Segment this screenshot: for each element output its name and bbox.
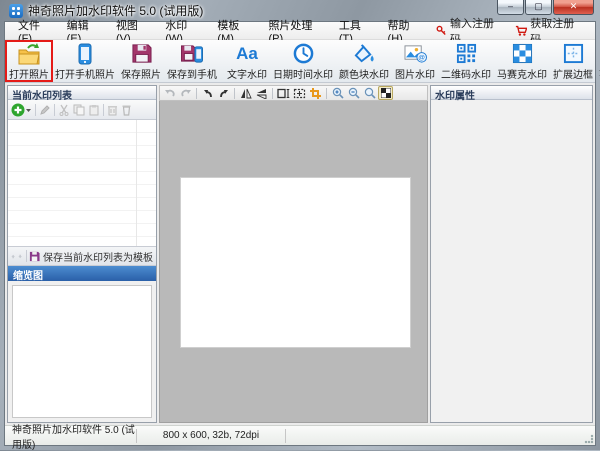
- rotate-left-button[interactable]: [200, 86, 215, 100]
- watermark-properties-panel: 水印属性: [430, 85, 593, 423]
- open-phone-photo-icon: [77, 43, 93, 65]
- save-to-phone-button[interactable]: 保存到手机: [164, 41, 220, 81]
- image-watermark-button[interactable]: @ 图片水印: [392, 41, 438, 81]
- app-window: 神奇照片加水印软件 5.0 (试用版) – ▢ ✕ 文件(F) 编辑(E) 视图…: [0, 0, 600, 450]
- watermark-list[interactable]: [8, 120, 156, 247]
- expand-border-icon: [563, 43, 584, 65]
- crop-button[interactable]: [308, 86, 323, 100]
- title-bar: 神奇照片加水印软件 5.0 (试用版) – ▢ ✕: [0, 0, 600, 21]
- resize-image-button[interactable]: [276, 86, 291, 100]
- photo-image[interactable]: [180, 177, 411, 348]
- status-app-name: 神奇照片加水印软件 5.0 (试用版): [5, 421, 136, 451]
- cart-icon: [515, 25, 527, 37]
- text-watermark-button[interactable]: Aa 文字水印: [224, 41, 270, 81]
- datetime-watermark-button[interactable]: 日期时间水印: [270, 41, 336, 81]
- svg-text:@: @: [418, 55, 425, 62]
- watermark-list-panel: 当前水印列表: [7, 85, 157, 423]
- watermark-properties-header: 水印属性: [431, 86, 592, 100]
- menu-bar: 文件(F) 编辑(E) 视图(V) 水印(W) 模板(M) 照片处理(P) 工具…: [5, 22, 595, 40]
- app-icon: [9, 4, 23, 18]
- list-bottom-toolbar: 保存当前水印列表为模板: [8, 247, 156, 266]
- flip-vertical-button[interactable]: [254, 86, 269, 100]
- main-toolbar: 打开照片 打开手机照片 保存照片 保存到手机: [5, 40, 595, 83]
- minimize-button[interactable]: –: [497, 0, 524, 15]
- cut-icon[interactable]: [58, 104, 70, 116]
- image-watermark-icon: @: [404, 43, 427, 65]
- expand-border-button[interactable]: 扩展边框: [550, 41, 596, 81]
- undo-button[interactable]: [162, 86, 177, 100]
- watermark-list-toolbar: [8, 100, 156, 120]
- fit-to-window-button[interactable]: [378, 86, 393, 100]
- window-title: 神奇照片加水印软件 5.0 (试用版): [28, 2, 203, 19]
- thumbnail-view[interactable]: [12, 285, 152, 418]
- canvas-toolbar: [159, 85, 428, 101]
- resize-grip[interactable]: [584, 434, 594, 444]
- main-area: 当前水印列表: [5, 83, 595, 425]
- colorblock-watermark-button[interactable]: 颜色块水印: [336, 41, 392, 81]
- save-template-icon: [29, 251, 40, 262]
- save-template-button[interactable]: 保存当前水印列表为模板: [29, 249, 153, 264]
- mosaic-watermark-icon: [512, 43, 533, 65]
- zoom-out-button[interactable]: [346, 86, 361, 100]
- maximize-button[interactable]: ▢: [525, 0, 552, 15]
- text-watermark-icon: Aa: [236, 43, 258, 65]
- open-photo-icon: [17, 43, 41, 65]
- save-to-phone-icon: [180, 43, 204, 65]
- delete-icon[interactable]: [107, 104, 118, 116]
- thumbnail-area: [8, 281, 156, 422]
- colorblock-watermark-icon: [353, 43, 375, 65]
- lace-frame-button[interactable]: 花边像框: [596, 41, 600, 81]
- status-image-info: 800 x 600, 32b, 72dpi: [137, 430, 285, 441]
- chevron-down-icon: [25, 103, 32, 117]
- move-up-icon[interactable]: [11, 251, 15, 262]
- open-phone-photo-button[interactable]: 打开手机照片: [52, 41, 118, 81]
- paste-icon[interactable]: [88, 104, 100, 116]
- qrcode-watermark-icon: [456, 43, 477, 65]
- status-bar: 神奇照片加水印软件 5.0 (试用版) 800 x 600, 32b, 72dp…: [5, 425, 595, 445]
- qrcode-watermark-button[interactable]: 二维码水印: [438, 41, 494, 81]
- close-button[interactable]: ✕: [553, 0, 594, 15]
- add-icon: [11, 103, 25, 117]
- mosaic-watermark-button[interactable]: 马赛克水印: [494, 41, 550, 81]
- trash-icon[interactable]: [121, 104, 132, 116]
- zoom-actual-size-button[interactable]: [362, 86, 377, 100]
- redo-button[interactable]: [178, 86, 193, 100]
- copy-icon[interactable]: [73, 104, 85, 116]
- edit-icon[interactable]: [39, 104, 51, 116]
- flip-horizontal-button[interactable]: [238, 86, 253, 100]
- zoom-in-button[interactable]: [330, 86, 345, 100]
- resize-canvas-button[interactable]: [292, 86, 307, 100]
- watermark-list-header: 当前水印列表: [8, 86, 156, 100]
- open-photo-button[interactable]: 打开照片: [6, 41, 52, 81]
- canvas-section: [159, 85, 428, 423]
- rotate-right-button[interactable]: [216, 86, 231, 100]
- add-watermark-button[interactable]: [11, 103, 32, 117]
- canvas-area[interactable]: [159, 101, 428, 423]
- key-icon: [436, 25, 447, 36]
- save-photo-icon: [131, 43, 152, 65]
- move-down-icon[interactable]: [18, 251, 22, 262]
- watermark-properties-body: [431, 100, 592, 422]
- datetime-watermark-icon: [293, 43, 314, 65]
- thumbnail-header: 缩览图: [8, 266, 156, 281]
- save-photo-button[interactable]: 保存照片: [118, 41, 164, 81]
